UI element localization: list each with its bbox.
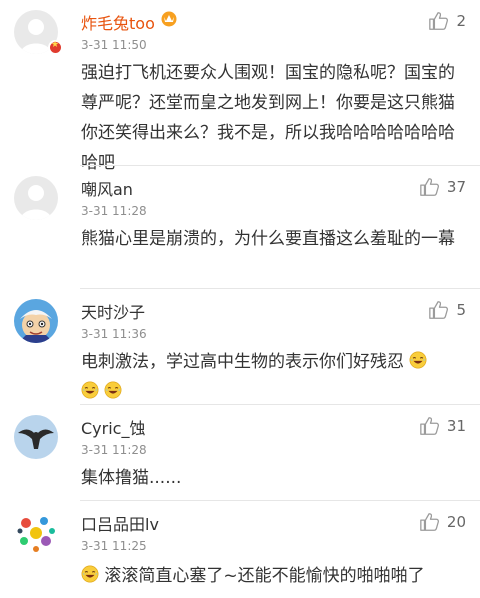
username[interactable]: 口吕品田lv xyxy=(81,511,159,535)
comment-text: 强迫打飞机还要众人围观！国宝的隐私呢？国宝的尊严呢？还堂而皇之地发到网上！你要是… xyxy=(81,63,455,173)
comment-item: Cyric_蚀 3-31 11:28 31 集体撸猫...... xyxy=(0,405,480,501)
comment-item: 嘲风an 3-31 11:28 37 熊猫心里是崩溃的，为什么要直播这么羞耻的一… xyxy=(0,166,480,289)
username[interactable]: 炸毛兔too xyxy=(81,10,155,34)
comment-time: 3-31 11:36 xyxy=(81,327,147,341)
like-count: 31 xyxy=(446,417,466,435)
comment-text: 集体撸猫...... xyxy=(81,468,182,488)
comment-text-body: 电刺激法，学过高中生物的表示你们好残忍 xyxy=(81,352,404,372)
like-button[interactable]: 37 xyxy=(419,175,466,199)
thumbs-up-icon xyxy=(420,417,439,435)
laughing-emoji-icon xyxy=(81,381,99,399)
vip-crown-icon xyxy=(161,11,177,27)
verified-badge-icon xyxy=(48,40,63,55)
laughing-emoji-icon xyxy=(409,351,427,369)
bird-avatar-icon xyxy=(14,415,58,459)
laughing-emoji-icon xyxy=(104,381,122,399)
comment-text-body: 滚滚简直心塞了~还能不能愉快的啪啪啪了 xyxy=(104,566,425,586)
avatar[interactable] xyxy=(14,415,58,459)
thumbs-up-icon xyxy=(429,301,449,319)
like-count: 2 xyxy=(456,12,466,30)
default-avatar-icon xyxy=(14,176,58,220)
username[interactable]: 天时沙子 xyxy=(81,299,145,323)
thumbs-up-icon xyxy=(420,513,439,531)
comment-time: 3-31 11:28 xyxy=(81,443,147,457)
comment-time: 3-31 11:50 xyxy=(81,38,147,52)
like-button[interactable]: 20 xyxy=(419,510,466,534)
comment-time: 3-31 11:28 xyxy=(81,204,147,218)
like-button[interactable]: 5 xyxy=(428,298,466,322)
comment-item: 炸毛兔too 3-31 11:50 2 强迫打飞机还要众人围观！国宝的隐私呢？国… xyxy=(0,0,480,173)
comment-text: 电刺激法，学过高中生物的表示你们好残忍 xyxy=(81,347,467,407)
comment-time: 3-31 11:25 xyxy=(81,539,147,553)
cartoon-character-avatar-icon xyxy=(14,299,58,343)
comment-item: 天时沙子 3-31 11:36 5 电刺激法，学过高中生物的表示你们好残忍 xyxy=(0,289,480,405)
comment-item: 口吕品田lv 3-31 11:25 20 滚滚简直心塞了~还能不能愉快的啪啪啪了 xyxy=(0,501,480,598)
thumbs-up-icon xyxy=(429,12,449,30)
comment-text: 滚滚简直心塞了~还能不能愉快的啪啪啪了 xyxy=(81,561,467,591)
username[interactable]: 嘲风an xyxy=(81,176,133,200)
avatar[interactable] xyxy=(14,299,58,343)
like-count: 37 xyxy=(446,178,466,196)
thumbs-up-icon xyxy=(420,178,439,196)
username[interactable]: Cyric_蚀 xyxy=(81,415,145,439)
like-button[interactable]: 31 xyxy=(419,414,466,438)
avatar[interactable] xyxy=(14,511,58,555)
like-count: 20 xyxy=(446,513,466,531)
colorful-pattern-avatar-icon xyxy=(14,511,58,555)
laughing-emoji-icon xyxy=(81,565,99,583)
like-button[interactable]: 2 xyxy=(428,9,466,33)
like-count: 5 xyxy=(456,301,466,319)
comment-text: 熊猫心里是崩溃的，为什么要直播这么羞耻的一幕 xyxy=(81,229,455,249)
avatar[interactable] xyxy=(14,176,58,220)
